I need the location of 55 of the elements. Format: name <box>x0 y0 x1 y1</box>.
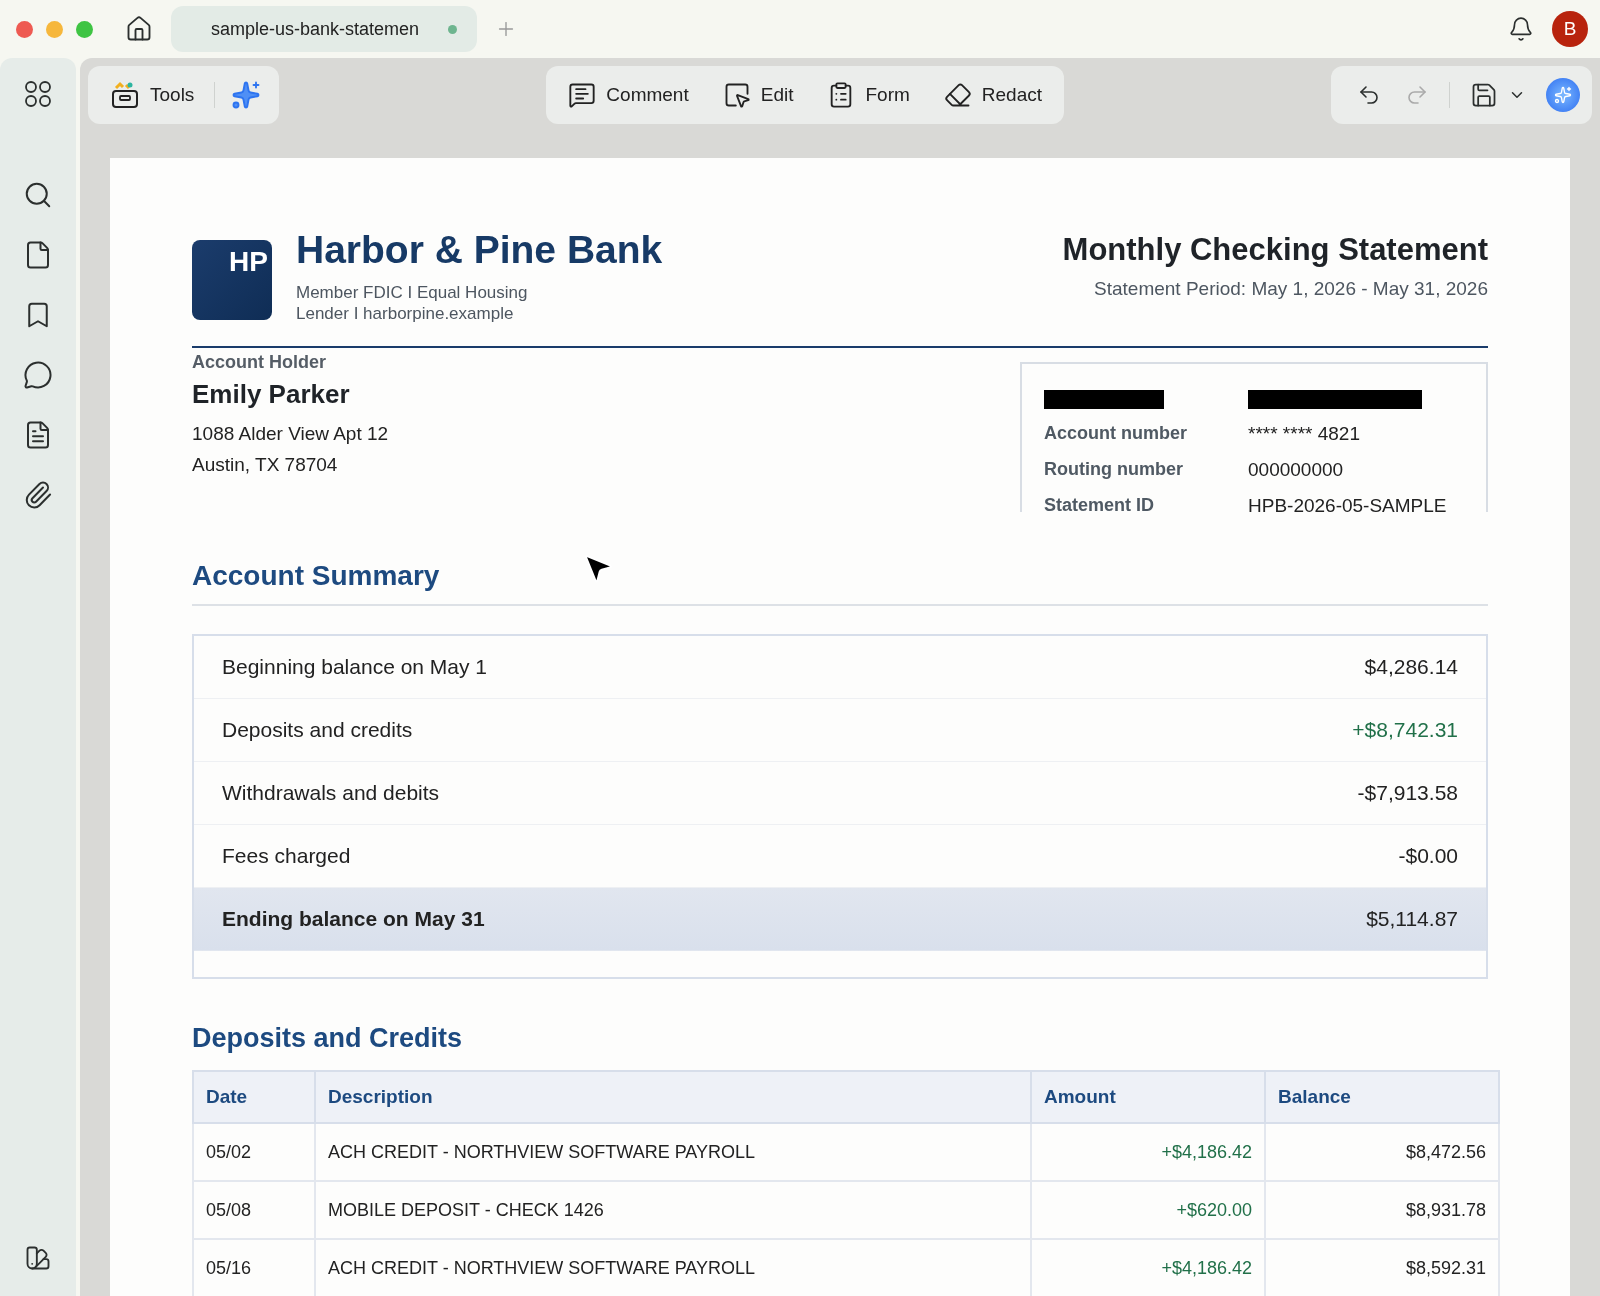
column-header: Amount <box>1031 1071 1265 1123</box>
statement-period: Statement Period: May 1, 2026 - May 31, 2026 <box>1093 278 1488 300</box>
account-holder-name: Emily Parker <box>192 379 351 410</box>
detail-label: Statement ID <box>1044 495 1156 512</box>
summary-amount: +$8,742.31 <box>1352 718 1458 742</box>
summary-amount: $4,286.14 <box>1364 655 1458 679</box>
table-cell: +$620.00 <box>1031 1181 1265 1239</box>
column-header: Date <box>193 1071 315 1123</box>
toolbar-action-button[interactable]: Edit <box>714 75 802 115</box>
detail-label: Routing number <box>1044 459 1184 481</box>
detail-value: HPB-2026-05-SAMPLE <box>1248 495 1448 512</box>
redact-icon <box>943 81 972 109</box>
undo-icon[interactable] <box>1357 83 1381 107</box>
summary-label: Beginning balance on May 1 <box>222 655 488 679</box>
sparkle-icon <box>1554 86 1572 104</box>
statement-title: Monthly Checking Statement <box>1062 232 1488 268</box>
detail-value: **** **** 4821 <box>1248 423 1361 445</box>
section-title: Account Summary <box>192 560 1488 606</box>
table-cell: MOBILE DEPOSIT - CHECK 1426 <box>315 1181 1031 1239</box>
toolbar-action-button[interactable]: Redact <box>935 75 1050 115</box>
table-cell: +$4,186.42 <box>1031 1123 1265 1181</box>
section-title: Deposits and Credits <box>192 1023 464 1054</box>
summary-label: Ending balance on May 31 <box>222 907 485 931</box>
bank-logo: HP <box>192 240 272 320</box>
account-holder-label: Account Holder <box>192 352 327 373</box>
summary-amount: -$7,913.58 <box>1357 781 1458 805</box>
table-cell: 05/16 <box>193 1239 315 1296</box>
column-header: Description <box>315 1071 1031 1123</box>
detail-label: Account number <box>1044 423 1188 445</box>
toolbar-action-button[interactable]: Form <box>819 75 918 115</box>
toolbox-icon <box>110 80 140 110</box>
tab-title: sample-us-bank-statemen <box>211 18 420 40</box>
bank-info: Member FDIC I Equal Housing Lender I harborpine.example <box>296 282 529 324</box>
summary-label: Deposits and credits <box>222 718 413 742</box>
table-cell: ACH CREDIT - NORTHVIEW SOFTWARE PAYROLL <box>315 1123 1031 1181</box>
table-cell: $8,931.78 <box>1265 1181 1499 1239</box>
summary-amount: -$0.00 <box>1398 844 1458 868</box>
table-cell: 05/08 <box>193 1181 315 1239</box>
ai-assistant-button[interactable] <box>1546 78 1580 112</box>
address-line: 1088 Alder View Apt 12 <box>192 422 389 446</box>
comment-icon <box>568 81 597 109</box>
close-window-button[interactable] <box>16 20 33 38</box>
address-line: Austin, TX 78704 <box>192 453 339 477</box>
bank-name: Harbor & Pine Bank <box>296 228 663 272</box>
detail-value: 000000000 <box>1248 459 1345 481</box>
user-avatar[interactable]: B <box>1552 11 1588 47</box>
summary-amount: $5,114.87 <box>1366 907 1458 931</box>
document-tab[interactable]: sample-us-bank-statemen <box>171 6 477 52</box>
table-cell: $8,472.56 <box>1265 1123 1499 1181</box>
summary-label: Withdrawals and debits <box>222 781 440 805</box>
tools-button[interactable]: Tools <box>102 74 203 116</box>
column-header: Balance <box>1265 1071 1499 1123</box>
summary-label: Fees charged <box>222 844 351 868</box>
table-cell: 05/02 <box>193 1123 315 1181</box>
toolbar-action-button[interactable]: Comment <box>560 75 697 115</box>
